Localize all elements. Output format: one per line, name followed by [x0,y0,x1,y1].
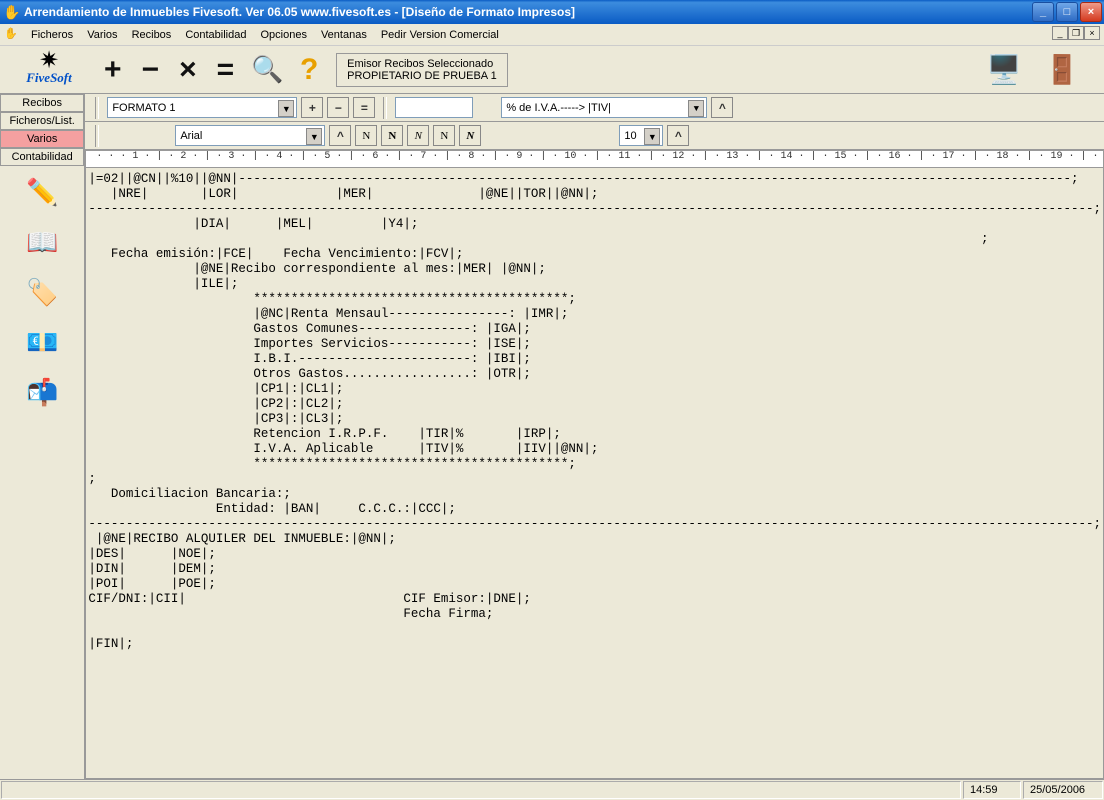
field-select[interactable]: % de I.V.A.-----> |TIV| [501,97,707,118]
titlebar: ✋ Arrendamiento de Inmuebles Fivesoft. V… [0,0,1104,24]
main-toolbar: ✷ FiveSoft + − × = 🔍 ? Emisor Recibos Se… [0,46,1104,94]
ruler: · · · 1 · | · 2 · | · 3 · | · 4 · | · 5 … [85,150,1104,168]
safe-icon[interactable]: 💶 [22,324,62,360]
style-n4-button[interactable]: N [433,125,455,146]
logo: ✷ FiveSoft [4,48,94,92]
menu-ficheros[interactable]: Ficheros [24,27,80,43]
format-add-button[interactable]: + [301,97,323,118]
mdi-minimize-button[interactable]: _ [1052,26,1068,40]
style-n2-button[interactable]: N [381,125,403,146]
op-plus-button[interactable]: + [94,53,132,87]
statusbar: 14:59 25/05/2006 [0,779,1104,800]
ruler-text: · · · 1 · | · 2 · | · 3 · | · 4 · | · 5 … [86,151,1104,162]
menu-hand-icon: ✋ [4,27,20,43]
op-equals-button[interactable]: = [207,53,245,87]
sidebar: Recibos Ficheros/List. Varios Contabilid… [0,94,85,779]
status-main [1,781,961,799]
sidebar-tab-contabilidad[interactable]: Contabilidad [0,148,84,166]
menu-pedir-version[interactable]: Pedir Version Comercial [374,27,506,43]
emisor-line2: PROPIETARIO DE PRUEBA 1 [347,70,497,82]
menu-varios[interactable]: Varios [80,27,124,43]
sidebar-tab-ficheros[interactable]: Ficheros/List. [0,112,84,130]
help-icon[interactable]: ? [290,51,328,89]
app-icon: ✋ [4,4,20,20]
format-eq-button[interactable]: = [353,97,375,118]
status-date: 25/05/2006 [1023,781,1103,799]
field-caret-button[interactable]: ^ [711,97,733,118]
mailbox-icon[interactable]: 📬 [22,374,62,410]
sidebar-tab-recibos[interactable]: Recibos [0,94,84,112]
menu-recibos[interactable]: Recibos [125,27,179,43]
close-button[interactable]: × [1080,2,1102,22]
menu-ventanas[interactable]: Ventanas [314,27,374,43]
minimize-button[interactable]: _ [1032,2,1054,22]
menubar: ✋ Ficheros Varios Recibos Contabilidad O… [0,24,1104,46]
style-n3-button[interactable]: N [407,125,429,146]
style-n5-button[interactable]: N [459,125,481,146]
empty-field[interactable] [395,97,473,118]
logo-text: FiveSoft [26,70,72,86]
monitor-icon[interactable]: 🖥️ [984,50,1024,90]
tag-icon[interactable]: 🏷️ [22,274,62,310]
mdi-restore-button[interactable]: ❐ [1068,26,1084,40]
maximize-button[interactable]: □ [1056,2,1078,22]
format-select[interactable]: FORMATO 1 [107,97,297,118]
emisor-line1: Emisor Recibos Seleccionado [347,58,497,70]
editor-content[interactable]: |=02||@CN||%10||@NN|--------------------… [86,168,1103,656]
format-remove-button[interactable]: − [327,97,349,118]
exit-door-icon[interactable]: 🚪 [1042,50,1082,90]
format-toolbar: FORMATO 1 + − = % de I.V.A.-----> |TIV| … [85,94,1104,122]
font-caret-button[interactable]: ^ [329,125,351,146]
size-caret-button[interactable]: ^ [667,125,689,146]
fontsize-select[interactable]: 10 [619,125,663,146]
book-icon[interactable]: 📖 [22,224,62,260]
emisor-info-panel: Emisor Recibos Seleccionado PROPIETARIO … [336,53,508,87]
sidebar-tab-varios[interactable]: Varios [0,130,84,148]
font-toolbar: Arial ^ N N N N N 10 ^ [85,122,1104,150]
mdi-close-button[interactable]: × [1084,26,1100,40]
status-time: 14:59 [963,781,1021,799]
style-n1-button[interactable]: N [355,125,377,146]
op-minus-button[interactable]: − [132,53,170,87]
op-times-button[interactable]: × [169,53,207,87]
menu-contabilidad[interactable]: Contabilidad [178,27,253,43]
titlebar-text: Arrendamiento de Inmuebles Fivesoft. Ver… [24,5,1032,19]
font-select[interactable]: Arial [175,125,325,146]
pencils-icon[interactable]: ✏️ [22,174,62,210]
menu-opciones[interactable]: Opciones [253,27,313,43]
template-editor[interactable]: |=02||@CN||%10||@NN|--------------------… [85,168,1104,779]
search-icon[interactable]: 🔍 [248,51,286,89]
